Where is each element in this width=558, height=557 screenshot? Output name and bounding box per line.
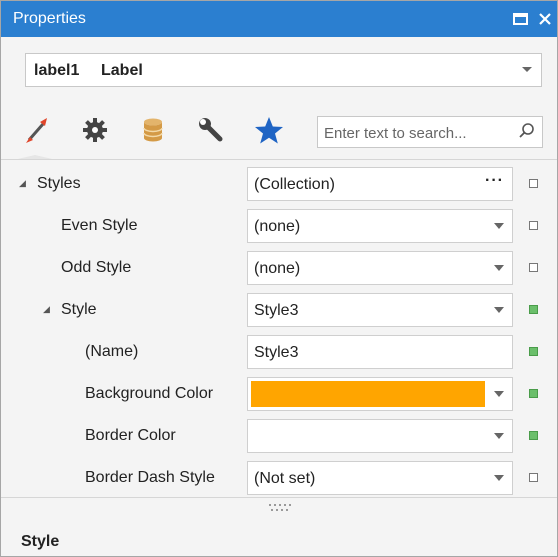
- resize-grip[interactable]: [269, 504, 293, 512]
- property-value-editor[interactable]: [247, 419, 513, 453]
- tab-data[interactable]: [135, 113, 171, 147]
- property-row-name: (Name) Style3: [1, 331, 557, 373]
- maximize-button[interactable]: [511, 9, 531, 29]
- property-label: Odd Style: [61, 259, 132, 276]
- maximize-icon: [513, 13, 528, 25]
- close-button[interactable]: [535, 9, 555, 29]
- chevron-down-icon: [522, 67, 532, 72]
- property-value: (Not set): [254, 470, 316, 487]
- dropdown-arrow-icon[interactable]: [494, 391, 504, 397]
- tab-appearance[interactable]: [17, 113, 53, 147]
- property-value: (none): [254, 218, 301, 235]
- tab-behavior[interactable]: [77, 113, 113, 147]
- property-label: Background Color: [85, 385, 214, 402]
- property-value-editor[interactable]: Style3: [247, 293, 513, 327]
- component-name: label1: [34, 62, 80, 79]
- property-value-editor[interactable]: (none): [247, 251, 513, 285]
- property-value: Style3: [254, 302, 299, 319]
- property-marker: [529, 179, 538, 188]
- title-bar: Properties: [1, 1, 557, 37]
- property-row-border-color: Border Color: [1, 415, 557, 457]
- property-label: Styles: [37, 175, 81, 192]
- tab-favorites[interactable]: [251, 113, 287, 147]
- dropdown-arrow-icon[interactable]: [494, 265, 504, 271]
- description-splitter: [1, 497, 557, 498]
- property-marker: [529, 473, 538, 482]
- property-marker: [529, 221, 538, 230]
- dropdown-arrow-icon[interactable]: [494, 475, 504, 481]
- description-title: Style: [21, 533, 60, 550]
- property-value-editor[interactable]: (Collection) ···: [247, 167, 513, 201]
- property-row-styles: ◢ Styles (Collection) ···: [1, 163, 557, 205]
- property-label: Border Dash Style: [85, 469, 215, 486]
- window-title: Properties: [13, 10, 86, 27]
- component-selector[interactable]: label1 Label: [25, 53, 542, 87]
- property-row-style: ◢ Style Style3: [1, 289, 557, 331]
- properties-window: Properties label1 Label Enter text to se…: [0, 0, 558, 557]
- search-box[interactable]: [317, 116, 543, 148]
- property-marker: [529, 389, 538, 398]
- property-label: Even Style: [61, 217, 138, 234]
- property-value-editor[interactable]: (Not set): [247, 461, 513, 495]
- property-value: (none): [254, 260, 301, 277]
- property-marker: [529, 305, 538, 314]
- search-input[interactable]: [322, 121, 512, 145]
- tab-design[interactable]: [193, 113, 229, 147]
- property-marker: [529, 347, 538, 356]
- property-value-editor[interactable]: [247, 377, 513, 411]
- property-marker: [529, 263, 538, 272]
- wrench-icon: [199, 118, 223, 142]
- collapse-icon[interactable]: ◢: [19, 178, 26, 189]
- property-label: Border Color: [85, 427, 176, 444]
- property-marker: [529, 431, 538, 440]
- property-value-editor[interactable]: Style3: [247, 335, 513, 369]
- dropdown-arrow-icon[interactable]: [494, 307, 504, 313]
- property-row-odd-style: Odd Style (none): [1, 247, 557, 289]
- property-row-border-dash-style: Border Dash Style (Not set): [1, 457, 557, 499]
- dropdown-arrow-icon[interactable]: [494, 433, 504, 439]
- dropdown-arrow-icon[interactable]: [494, 223, 504, 229]
- property-row-background-color: Background Color: [1, 373, 557, 415]
- component-type: Label: [101, 62, 143, 79]
- toolbar-separator: [1, 159, 557, 160]
- star-icon: [255, 117, 283, 144]
- property-row-even-style: Even Style (none): [1, 205, 557, 247]
- color-swatch: [251, 381, 485, 407]
- ellipsis-button[interactable]: ···: [485, 172, 504, 190]
- property-grid: ◢ Styles (Collection) ··· Even Style (no…: [1, 161, 557, 497]
- gear-icon: [83, 118, 107, 142]
- property-value: Style3: [254, 344, 299, 361]
- property-label: (Name): [85, 343, 139, 360]
- property-value: (Collection): [254, 176, 335, 193]
- property-value-editor[interactable]: (none): [247, 209, 513, 243]
- property-label: Style: [61, 301, 97, 318]
- search-icon: [519, 123, 534, 138]
- close-icon: [539, 13, 551, 25]
- brush-icon: [26, 118, 47, 143]
- database-icon: [143, 118, 163, 142]
- collapse-icon[interactable]: ◢: [43, 304, 50, 315]
